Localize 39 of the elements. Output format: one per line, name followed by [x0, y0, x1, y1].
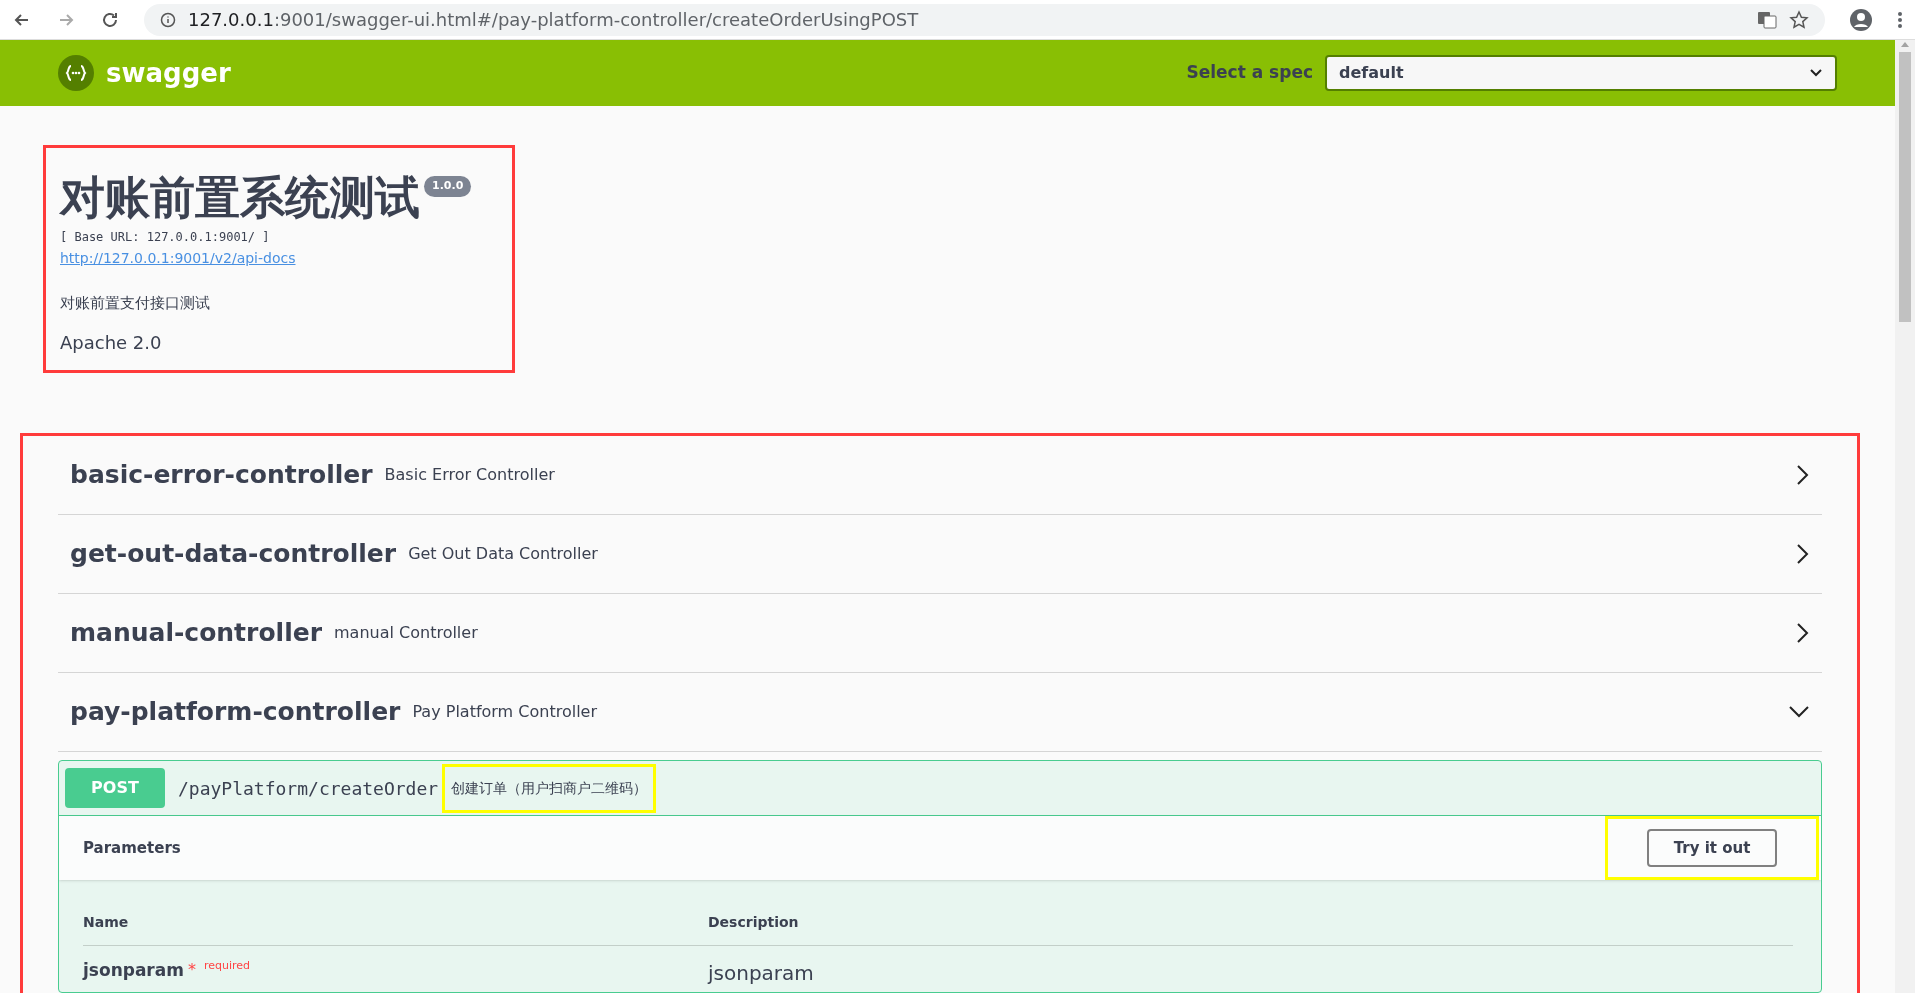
spec-value: default — [1339, 62, 1404, 84]
method-badge: POST — [65, 768, 165, 808]
controller-description: Pay Platform Controller — [412, 701, 597, 723]
spec-label: Select a spec — [1186, 61, 1313, 85]
info-icon[interactable] — [160, 11, 176, 28]
required-asterisk: * — [187, 959, 196, 981]
controller-description: manual Controller — [334, 622, 478, 644]
try-it-out-button[interactable]: Try it out — [1647, 829, 1777, 867]
swagger-logo-icon — [58, 55, 94, 91]
license-text: Apache 2.0 — [60, 330, 163, 355]
column-header: Name — [83, 913, 130, 932]
controller-description: Get Out Data Controller — [408, 543, 598, 565]
url-text: 127.0.0.1:9001/swagger-ui.html#/pay-platform-controller/createOrderUsingPOST — [188, 8, 920, 32]
controller-name[interactable]: get-out-data-controller — [70, 535, 397, 573]
logo-text: swagger — [106, 56, 231, 90]
endpoint-summary: 创建订单（用户扫商户二维码） — [442, 763, 657, 813]
api-title: 对账前置系统测试 — [60, 172, 420, 224]
translate-icon[interactable] — [1757, 9, 1777, 30]
address-bar[interactable]: 127.0.0.1:9001/swagger-ui.html#/pay-platform-controller/createOrderUsingPOST — [144, 3, 1825, 36]
controller-description: Basic Error Controller — [384, 464, 555, 486]
parameter-description: jsonparam — [708, 960, 815, 987]
chevron-down-icon — [1809, 68, 1823, 78]
column-header: Description — [708, 913, 800, 932]
controller-name[interactable]: basic-error-controller — [70, 456, 373, 494]
controller-name[interactable]: manual-controller — [70, 614, 322, 652]
base-url-text: [ Base URL: 127.0.0.1:9001/ ] — [60, 229, 271, 246]
scrollbar-thumb[interactable] — [1899, 52, 1911, 322]
parameter-name: jsonparam — [83, 959, 184, 982]
section-title: Parameters — [83, 837, 182, 859]
star-icon[interactable] — [1789, 9, 1809, 30]
menu-icon[interactable] — [1897, 9, 1903, 30]
required-label: required — [203, 958, 251, 974]
account-icon[interactable] — [1849, 7, 1873, 32]
api-description: 对账前置支付接口测试 — [60, 293, 211, 314]
version-badge: 1.0.0 — [424, 176, 472, 197]
spec-select[interactable]: default — [1325, 55, 1837, 91]
endpoint-path: /payPlatform/createOrder — [178, 776, 439, 801]
scrollbar[interactable] — [1895, 40, 1915, 993]
controller-name[interactable]: pay-platform-controller — [70, 693, 401, 731]
